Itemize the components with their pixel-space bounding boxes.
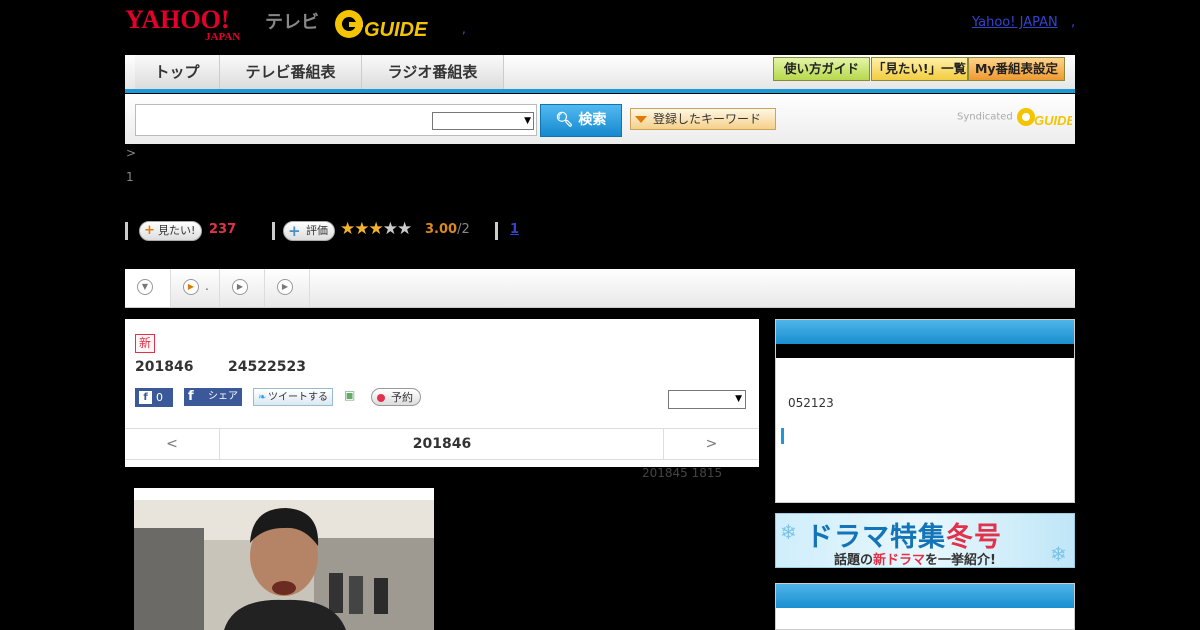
sidebar-box-2 xyxy=(775,583,1075,630)
rating-score: 3.00/2 xyxy=(425,222,470,237)
header-separator: , xyxy=(462,22,466,36)
snowflake-icon: ❄ xyxy=(780,520,797,544)
want-count: 237 xyxy=(209,222,237,237)
sidebar-box-text: 052123 xyxy=(788,396,834,410)
nav-tab-tv-schedule[interactable]: テレビ番組表 xyxy=(220,55,362,89)
pager-current-date: 201846 xyxy=(412,436,472,452)
record-dot-icon xyxy=(377,394,385,402)
page-number: 1 xyxy=(126,170,134,184)
guide-button[interactable]: 使い方ガイド xyxy=(773,57,870,81)
tweet-button[interactable]: ❧ ツイートする xyxy=(253,388,333,406)
sidebar-box-band xyxy=(776,344,1074,358)
program-time: 24522523 xyxy=(228,359,306,375)
dropdown-arrow-icon: ▼ xyxy=(735,394,742,404)
rating-stars: ★★★★★ xyxy=(340,219,412,239)
dropdown-arrow-icon: ▼ xyxy=(524,116,531,126)
search-icon: 🔍︎ xyxy=(555,112,574,128)
divider xyxy=(272,222,275,240)
search-button[interactable]: 🔍︎ 検索 xyxy=(540,104,622,137)
air-info: 201845 1815 xyxy=(642,466,723,480)
sidebar-box-2-header xyxy=(776,584,1074,608)
reserve-button[interactable]: 予約 xyxy=(371,388,421,406)
header-trailing-dot: , xyxy=(1071,15,1076,30)
star-filled-icon: ★ xyxy=(340,219,355,239)
svg-text:GUIDE: GUIDE xyxy=(1034,113,1072,128)
new-badge: 新 xyxy=(135,334,155,353)
play-icon: ▶ xyxy=(232,279,248,295)
want-to-watch-button[interactable]: + 見たい! xyxy=(139,221,203,241)
gguide-logo[interactable]: GUIDE xyxy=(334,6,434,42)
pager-next-button[interactable]: > xyxy=(663,429,759,459)
program-date: 201846 xyxy=(135,359,194,375)
plus-icon: + xyxy=(144,223,155,238)
program-panel: 新 201846 24522523 f0 f シェア ❧ ツイートする ▣ 予約 ▼… xyxy=(125,319,759,467)
gguide-logo-text: GUIDE xyxy=(364,19,428,41)
play-icon: ▶ xyxy=(277,279,293,295)
want-list-button[interactable]: 「見たい!」一覧 xyxy=(871,57,968,81)
divider xyxy=(495,222,498,240)
syndicated-gguide-logo: Syndicated GUIDE xyxy=(957,106,1075,128)
date-pager: < 201846 > xyxy=(125,428,759,460)
banner-subtitle: 話題の新ドラマを一挙紹介! xyxy=(834,553,996,568)
sidebar-box-header xyxy=(776,320,1074,344)
strip-tab-4[interactable]: ▶ xyxy=(265,269,310,307)
yahoo-japan-logo[interactable]: YAHOO! JAPAN xyxy=(125,5,265,43)
strip-tab-1[interactable]: ▼ xyxy=(125,269,171,307)
registered-keywords-button[interactable]: 登録したキーワード xyxy=(630,108,776,130)
facebook-share-button[interactable]: f シェア xyxy=(184,388,242,406)
facebook-icon: f xyxy=(139,391,152,404)
nav-tab-top[interactable]: トップ xyxy=(135,55,220,89)
star-empty-icon: ★ xyxy=(397,219,412,239)
search-category-select[interactable]: ▼ xyxy=(432,112,534,130)
star-filled-icon: ★ xyxy=(354,219,369,239)
nav-tab-radio-schedule[interactable]: ラジオ番組表 xyxy=(362,55,504,89)
search-bar: ▼ 🔍︎ 検索 登録したキーワード Syndicated GUIDE xyxy=(125,94,1075,144)
strip-tab-3[interactable]: ▶ xyxy=(220,269,265,307)
my-schedule-settings-button[interactable]: My番組表設定 xyxy=(968,57,1065,81)
program-action-select[interactable]: ▼ xyxy=(668,390,746,409)
rate-button[interactable]: + 評価 xyxy=(283,221,335,241)
star-filled-icon: ★ xyxy=(368,219,384,239)
tv-label: テレビ xyxy=(265,12,319,33)
facebook-like-button[interactable]: f0 xyxy=(135,388,173,407)
snowflake-icon: ❄ xyxy=(1050,542,1067,566)
divider xyxy=(125,222,128,240)
drama-special-banner[interactable]: ドラマ特集冬号 話題の新ドラマを一挙紹介! ❄ ❄ xyxy=(775,513,1075,568)
star-empty-icon: ★ xyxy=(382,219,398,239)
sidebar-accent-bar xyxy=(781,428,784,444)
program-tab-strip: ▼ ▶ . ▶ ▶ xyxy=(125,269,1075,308)
add-calendar-icon[interactable]: ▣ xyxy=(344,388,359,404)
breadcrumb[interactable]: > xyxy=(126,146,136,160)
pager-prev-button[interactable]: < xyxy=(125,429,220,459)
facebook-icon: f xyxy=(188,389,194,404)
yahoo-japan-link[interactable]: Yahoo! JAPAN xyxy=(972,15,1058,30)
program-photo xyxy=(134,488,434,630)
japan-logo-text: JAPAN xyxy=(205,31,240,42)
plus-icon: + xyxy=(288,222,301,240)
sidebar-box: 052123 xyxy=(775,319,1075,503)
play-icon: ▶ xyxy=(183,279,199,295)
strip-tab-2[interactable]: ▶ . xyxy=(171,269,220,307)
dropdown-triangle-icon xyxy=(635,116,647,123)
review-count-link[interactable]: 1 xyxy=(510,222,519,237)
yahoo-logo-text: YAHOO! xyxy=(125,6,230,34)
chevron-down-icon: ▼ xyxy=(137,279,153,295)
main-nav: トップ テレビ番組表 ラジオ番組表 使い方ガイド 「見たい!」一覧 My番組表設… xyxy=(125,55,1075,93)
twitter-bird-icon: ❧ xyxy=(258,392,267,403)
